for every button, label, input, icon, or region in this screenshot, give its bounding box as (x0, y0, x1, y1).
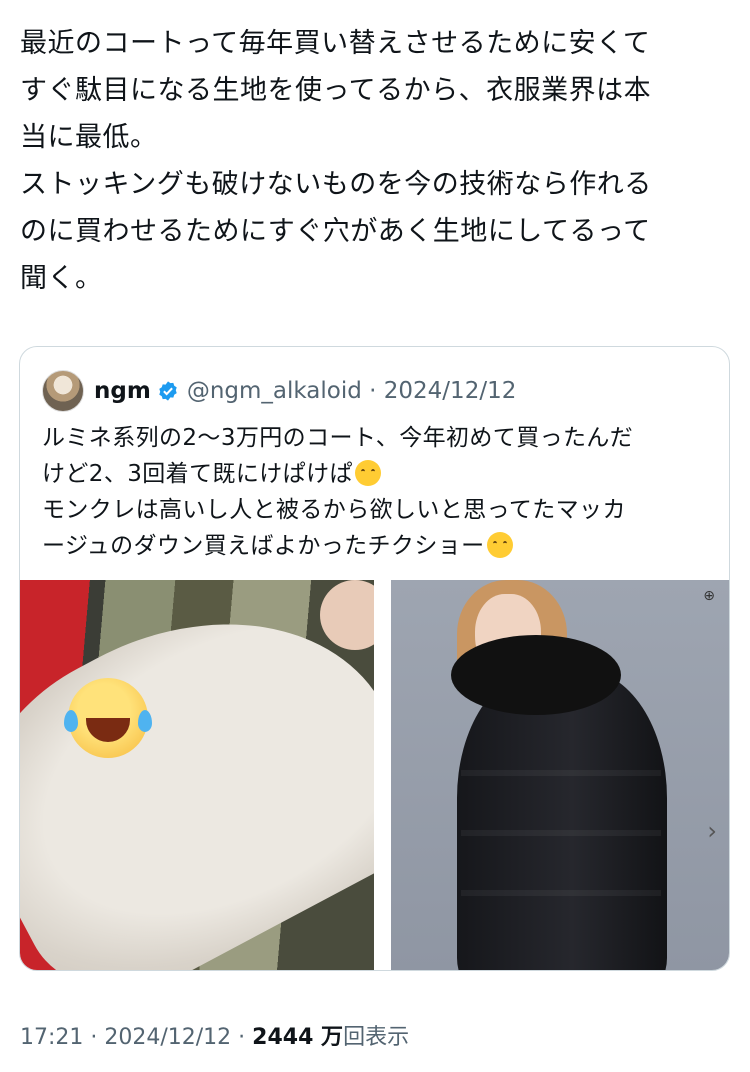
view-count-label: 回表示 (343, 1025, 410, 1050)
chevron-right-icon[interactable]: › (707, 817, 717, 845)
quoted-post-header: ngm @ngm_alkaloid · 2024/12/12 (42, 369, 516, 413)
quoted-line: ージュのダウン買えばよかったチクショー (42, 533, 485, 559)
crying-face-emoji-icon (354, 460, 381, 486)
post-timestamp[interactable]: 17:21 · 2024/12/12 · (20, 1025, 252, 1050)
post-line: 最近のコートって毎年買い替えさせるために安くて (20, 28, 651, 59)
down-coat-photo[interactable] (391, 580, 729, 970)
post-line: 聞く。 (20, 263, 103, 294)
sleeve-shape (20, 580, 374, 970)
verified-badge-icon (159, 381, 177, 401)
quoted-handle-date[interactable]: @ngm_alkaloid · 2024/12/12 (187, 378, 517, 404)
quoted-author-name[interactable]: ngm (94, 378, 151, 404)
quoted-line: ルミネ系列の2〜3万円のコート、今年初めて買ったんだ (42, 425, 634, 451)
quoted-post-card[interactable]: ngm @ngm_alkaloid · 2024/12/12 ルミネ系列の2〜3… (19, 346, 730, 971)
model-coat (457, 670, 667, 970)
hand-shape (320, 580, 374, 650)
avatar[interactable] (42, 370, 84, 412)
fur-collar (451, 635, 621, 715)
post-meta: 17:21 · 2024/12/12 · 2444 万回表示 (20, 1019, 409, 1051)
tears-of-joy-emoji-icon (64, 678, 152, 758)
post-line: 当に最低。 (20, 122, 158, 153)
disappointed-face-emoji-icon (486, 532, 513, 558)
post-line: ストッキングも破けないものを今の技術なら作れる (20, 169, 652, 200)
coat-quilt-line (461, 770, 661, 776)
post-line: のに買わせるためにすぐ穴があく生地にしてるって (20, 216, 651, 247)
zoom-icon[interactable]: ⊕ (703, 588, 715, 604)
coat-quilt-line (461, 830, 661, 836)
quoted-line: けど2、3回着て既にけぱけぱ (42, 461, 353, 487)
view-count: 2444 万 (252, 1025, 344, 1050)
post-line: すぐ駄目になる生地を使ってるから、衣服業界は本 (20, 75, 652, 106)
quoted-post-text: ルミネ系列の2〜3万円のコート、今年初めて買ったんだ けど2、3回着て既にけぱけ… (42, 420, 712, 564)
quoted-line: モンクレは高いし人と被るから欲しいと思ってたマッカ (42, 497, 626, 523)
coat-sleeve-photo[interactable] (20, 580, 374, 970)
image-divider (374, 580, 391, 970)
post-text: 最近のコートって毎年買い替えさせるために安くて すぐ駄目になる生地を使ってるから… (20, 20, 720, 302)
coat-quilt-line (461, 890, 661, 896)
